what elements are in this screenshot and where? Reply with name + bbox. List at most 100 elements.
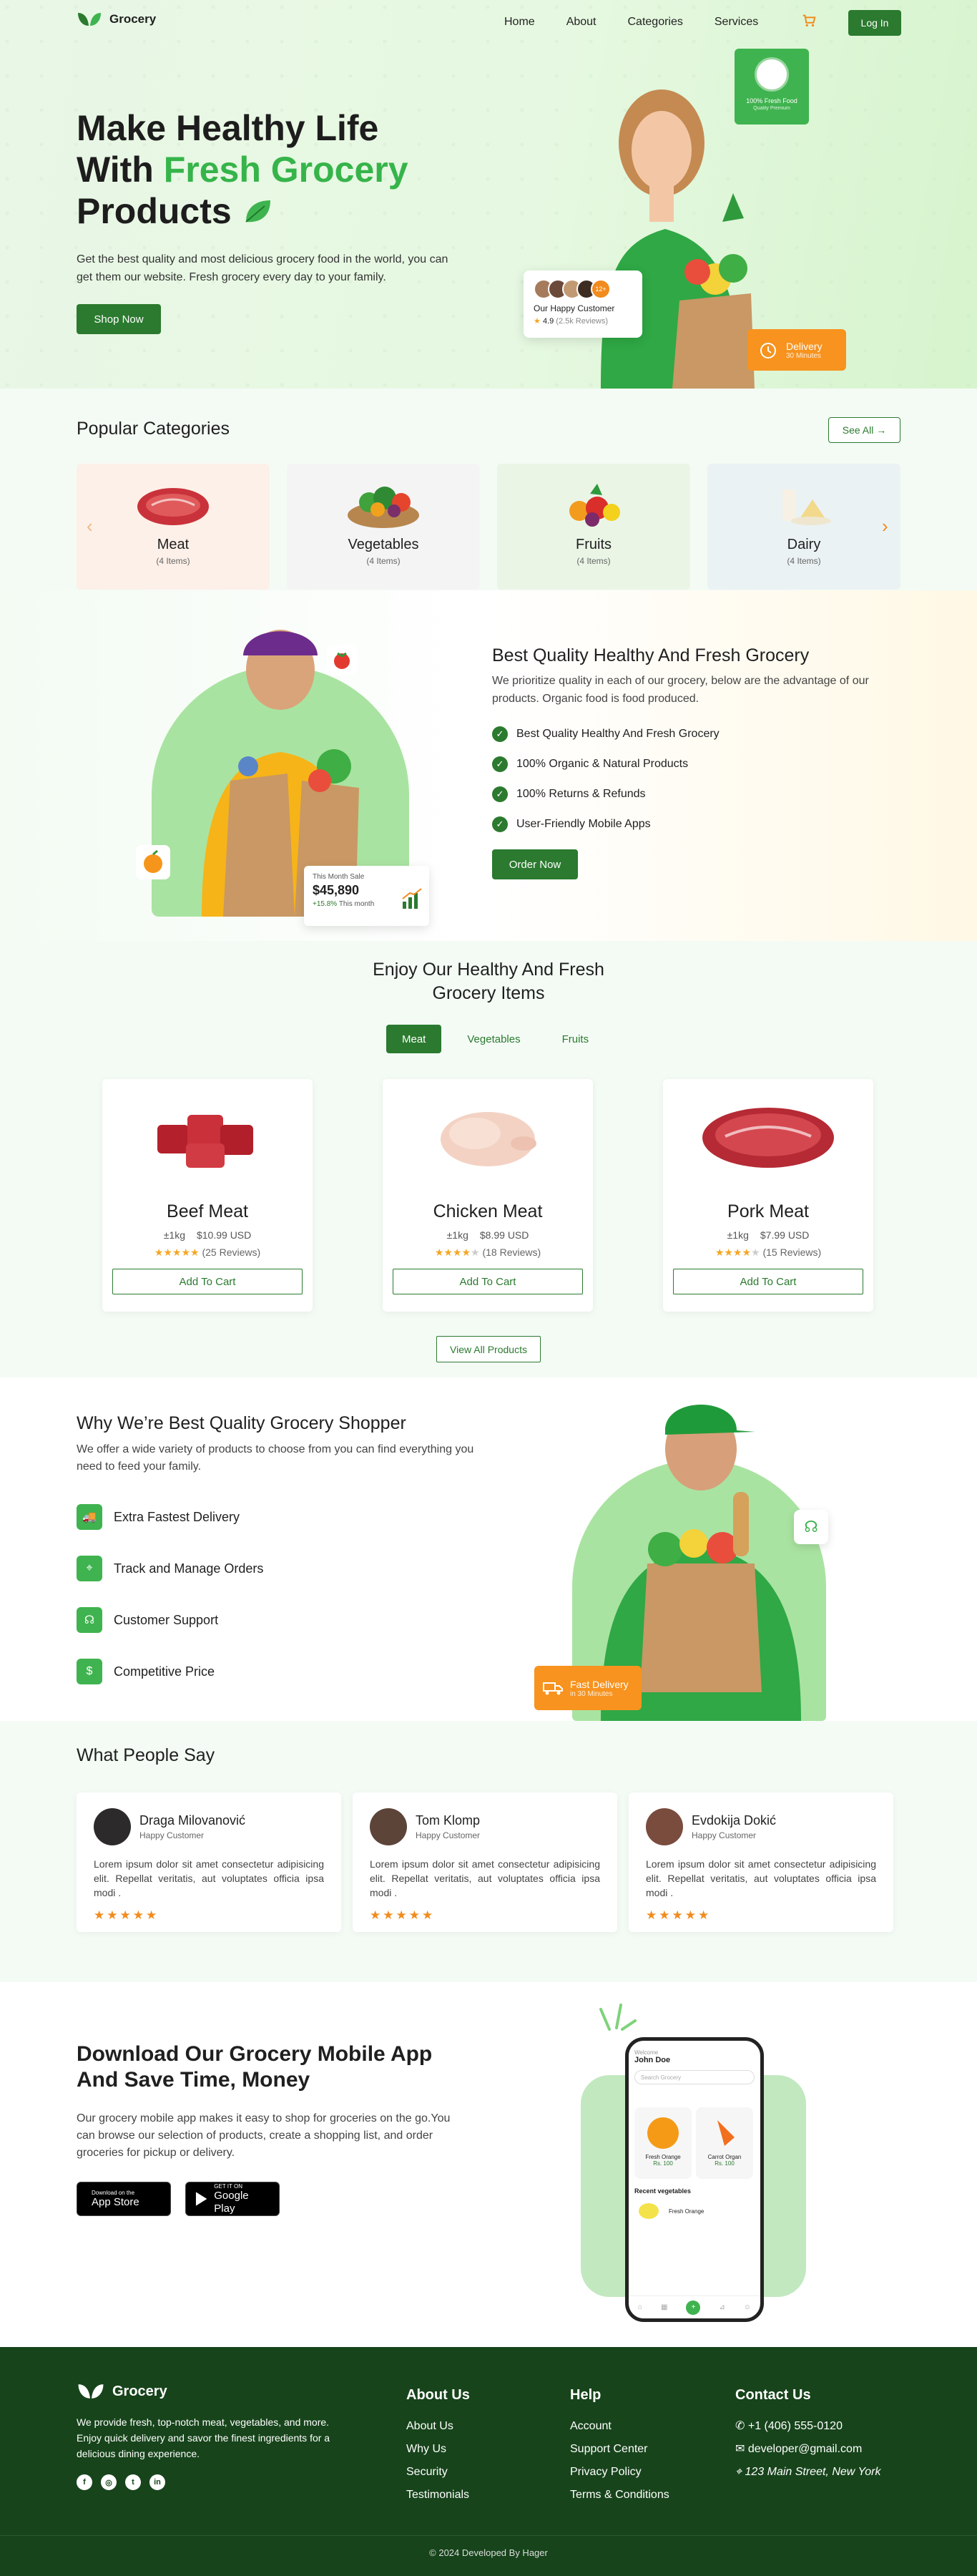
vegetables-image: [287, 479, 480, 530]
footer-email[interactable]: ✉ developer@gmail.com: [735, 2438, 881, 2461]
delivery-truck-icon: 🚚: [77, 1504, 102, 1530]
delivery-title: Delivery: [786, 340, 823, 352]
product-price: $7.99 USD: [760, 1229, 810, 1241]
footer-phone[interactable]: ✆ +1 (406) 555-0120: [735, 2415, 881, 2438]
add-to-cart-button[interactable]: Add To Cart: [393, 1269, 583, 1294]
quality-point-text: 100% Returns & Refunds: [516, 788, 646, 800]
footer-link-terms[interactable]: Terms & Conditions: [570, 2484, 669, 2507]
sales-change: +15.8%: [313, 900, 338, 908]
hero-description: Get the best quality and most delicious …: [77, 253, 448, 283]
check-icon: ✓: [492, 786, 508, 802]
add-to-cart-button[interactable]: Add To Cart: [112, 1269, 303, 1294]
nav-home[interactable]: Home: [504, 16, 535, 29]
chevron-right-icon[interactable]: ›: [882, 515, 888, 537]
view-all-products-button[interactable]: View All Products: [436, 1336, 541, 1362]
nav-about[interactable]: About: [566, 16, 596, 29]
why-item-label: Extra Fastest Delivery: [114, 1509, 240, 1524]
footer-help-column: Help Account Support Center Privacy Poli…: [570, 2387, 669, 2507]
see-all-label: See All: [842, 424, 874, 436]
product-card[interactable]: Beef Meat ±1kg $10.99 USD ★★★★★ (25 Revie…: [102, 1079, 313, 1312]
star-rating-icon: ★★★★★: [94, 1908, 159, 1922]
nav-categories[interactable]: Categories: [628, 16, 683, 29]
footer-link-support[interactable]: Support Center: [570, 2438, 669, 2461]
product-weight: ±1kg: [163, 1229, 185, 1241]
shop-now-button[interactable]: Shop Now: [77, 304, 161, 334]
nav-services[interactable]: Services: [715, 16, 758, 29]
footer-link-testimonials[interactable]: Testimonials: [406, 2484, 470, 2507]
tab-meat[interactable]: Meat: [386, 1025, 442, 1053]
login-button[interactable]: Log In: [848, 10, 901, 36]
footer-link-security[interactable]: Security: [406, 2461, 470, 2484]
footer-link-why-us[interactable]: Why Us: [406, 2438, 470, 2461]
footer-address-text: 123 Main Street, New York: [745, 2466, 881, 2478]
linkedin-icon[interactable]: in: [149, 2474, 165, 2490]
product-card[interactable]: Chicken Meat ±1kg $8.99 USD ★★★★★ (18 Rev…: [383, 1079, 593, 1312]
home-icon: ⌂: [637, 2303, 643, 2311]
categories-section: Popular Categories See All → Meat (4 Ite…: [0, 389, 977, 590]
footer-email-text: developer@gmail.com: [747, 2443, 863, 2455]
category-card-dairy[interactable]: Dairy (4 Items): [707, 464, 900, 590]
tab-fruits[interactable]: Fruits: [546, 1025, 605, 1053]
fast-delivery-sub: in 30 Minutes: [570, 1689, 613, 1698]
order-now-button[interactable]: Order Now: [492, 849, 578, 879]
app-store-label: App Store: [92, 2195, 139, 2208]
rating-reviews: (2.5k Reviews): [556, 317, 609, 326]
app-store-button[interactable]: Download on the App Store: [77, 2182, 171, 2216]
location-pin-icon: ⌖: [735, 2466, 742, 2478]
phone-item-name: Carrot Organ: [707, 2154, 742, 2160]
leaf-logo-icon: [78, 2384, 104, 2399]
phone-item-price: Rs. 100: [715, 2160, 735, 2167]
delivery-badge: Delivery 30 Minutes: [747, 329, 846, 371]
phone-mockup-group: Welcome John Doe Search Grocery Fresh Or…: [581, 1996, 806, 2322]
hero-title: Make Healthy Life With Fresh Grocery Pro…: [77, 107, 477, 232]
fast-delivery-title: Fast Delivery: [570, 1678, 629, 1690]
testimonials-title: What People Say: [77, 1745, 215, 1765]
products-title-line1: Enjoy Our Healthy And Fresh: [373, 960, 604, 980]
footer-brand: Grocery We provide fresh, top-notch meat…: [77, 2383, 341, 2490]
star-rating-icon: ★★★★★: [434, 1246, 480, 1258]
why-description: We offer a wide variety of products to c…: [77, 1443, 474, 1473]
testimonial-text: Lorem ipsum dolor sit amet consectetur a…: [94, 1858, 324, 1898]
footer-link-about[interactable]: About Us: [406, 2415, 470, 2438]
chevron-left-icon[interactable]: ‹: [87, 515, 93, 537]
google-play-label: Google Play: [214, 2189, 249, 2215]
facebook-icon[interactable]: f: [77, 2474, 92, 2490]
footer-contact-title: Contact Us: [735, 2387, 811, 2403]
category-card-vegetables[interactable]: Vegetables (4 Items): [287, 464, 480, 590]
product-rating: ★★★★★ (18 Reviews): [383, 1246, 593, 1259]
see-all-button[interactable]: See All →: [828, 417, 900, 443]
category-card-meat[interactable]: Meat (4 Items): [77, 464, 270, 590]
product-rating: ★★★★★ (25 Reviews): [102, 1246, 313, 1259]
google-play-button[interactable]: GET IT ON Google Play: [185, 2182, 280, 2216]
customer-avatars: 12+: [534, 279, 632, 299]
carrot-icon: [717, 2120, 735, 2146]
quality-point-text: 100% Organic & Natural Products: [516, 758, 689, 770]
add-to-cart-button[interactable]: Add To Cart: [673, 1269, 863, 1294]
category-name: Dairy: [787, 537, 821, 552]
monthly-sales-card: This Month Sale $45,890 +15.8% This mont…: [304, 866, 429, 926]
quality-point: ✓ 100% Organic & Natural Products: [492, 749, 878, 779]
check-icon: ✓: [492, 756, 508, 772]
testimonial-card: Tom Klomp Happy Customer Lorem ipsum dolo…: [353, 1792, 617, 1932]
phone-icon: ✆: [735, 2420, 745, 2432]
category-card-fruits[interactable]: Fruits (4 Items): [497, 464, 690, 590]
twitter-icon[interactable]: t: [125, 2474, 141, 2490]
tab-vegetables[interactable]: Vegetables: [451, 1025, 536, 1053]
brand-logo[interactable]: Grocery: [77, 11, 156, 27]
category-count: (4 Items): [156, 556, 190, 566]
star-rating-icon: ★★★★★: [154, 1246, 200, 1258]
meat-image: [77, 479, 270, 530]
headset-icon: ☊: [794, 1510, 828, 1544]
product-name: Beef Meat: [167, 1201, 248, 1221]
cart-icon[interactable]: [801, 13, 818, 30]
product-card[interactable]: Pork Meat ±1kg $7.99 USD ★★★★★ (15 Review…: [663, 1079, 873, 1312]
footer-link-account[interactable]: Account: [570, 2415, 669, 2438]
why-item-label: Competitive Price: [114, 1664, 215, 1679]
footer-link-privacy[interactable]: Privacy Policy: [570, 2461, 669, 2484]
orange-icon: [136, 845, 170, 879]
product-name: Pork Meat: [727, 1201, 809, 1221]
footer-phone-text: +1 (406) 555-0120: [747, 2420, 843, 2432]
instagram-icon[interactable]: ◎: [101, 2474, 117, 2490]
quality-point: ✓ 100% Returns & Refunds: [492, 779, 878, 809]
product-price: $10.99 USD: [196, 1229, 252, 1241]
